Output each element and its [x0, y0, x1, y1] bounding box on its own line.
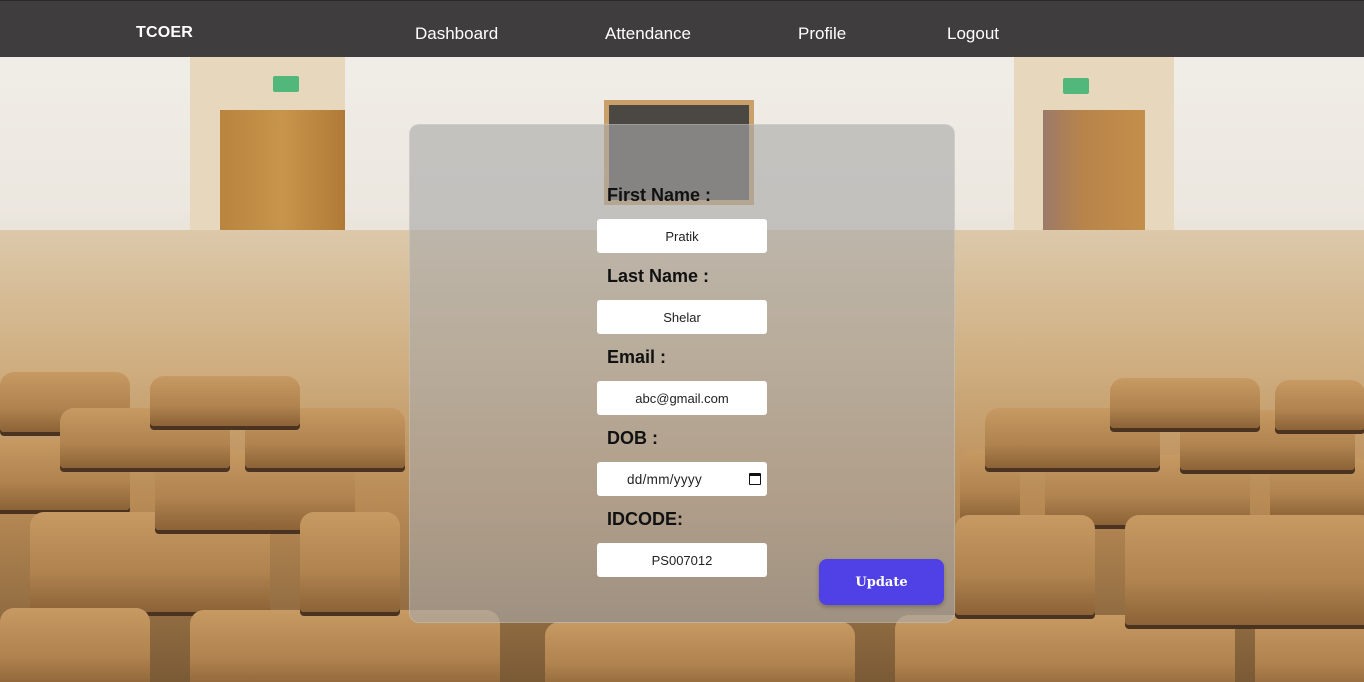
update-button[interactable]: Update: [819, 559, 944, 605]
first-name-input[interactable]: [597, 219, 767, 253]
first-name-label: First Name :: [607, 185, 712, 205]
nav-link-dashboard[interactable]: Dashboard: [415, 1, 498, 57]
seat: [300, 512, 400, 612]
idcode-input[interactable]: [597, 543, 767, 577]
exit-sign-right: [1063, 78, 1089, 94]
email-input[interactable]: [597, 381, 767, 415]
dob-date-input[interactable]: dd/mm/yyyy: [597, 462, 767, 496]
seat: [1275, 380, 1364, 430]
seat: [895, 615, 1235, 682]
seat: [1255, 615, 1364, 682]
seat: [1125, 515, 1364, 625]
idcode-label: IDCODE:: [607, 509, 683, 529]
left-door: [220, 110, 345, 250]
nav-link-attendance[interactable]: Attendance: [605, 1, 691, 57]
dob-label: DOB :: [607, 428, 658, 448]
brand-logo[interactable]: TCOER: [136, 1, 193, 57]
seat: [150, 376, 300, 426]
nav-link-profile[interactable]: Profile: [798, 1, 846, 57]
seat: [0, 608, 150, 682]
seat: [1110, 378, 1260, 428]
dob-placeholder: dd/mm/yyyy: [627, 471, 703, 487]
seat: [545, 622, 855, 682]
exit-sign-left: [273, 76, 299, 92]
last-name-label: Last Name :: [607, 266, 710, 286]
calendar-icon[interactable]: [749, 473, 761, 485]
email-label: Email :: [607, 347, 667, 367]
last-name-input[interactable]: [597, 300, 767, 334]
seat: [955, 515, 1095, 615]
nav-link-logout[interactable]: Logout: [947, 1, 999, 57]
top-navbar: TCOER Dashboard Attendance Profile Logou…: [0, 0, 1364, 57]
